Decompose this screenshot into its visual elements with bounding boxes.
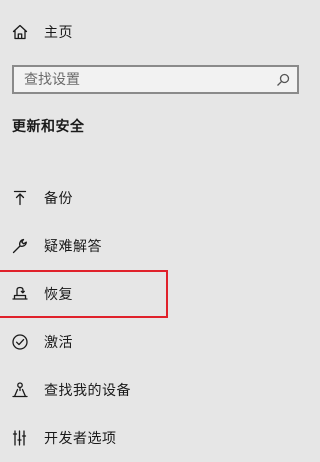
search-field[interactable]	[12, 65, 299, 94]
sidebar-item-label: 开发者选项	[44, 431, 117, 447]
search-icon[interactable]	[275, 72, 291, 88]
wrench-icon	[10, 236, 30, 256]
sidebar-item-activation[interactable]: 激活	[0, 318, 168, 366]
sidebar-item-label: 恢复	[44, 287, 73, 303]
sidebar-item-label: 查找我的设备	[44, 383, 131, 399]
sidebar-item-label: 激活	[44, 335, 73, 351]
sidebar-item-label: 疑难解答	[44, 239, 102, 255]
search-input[interactable]	[14, 67, 275, 92]
sidebar-item-recovery[interactable]: 恢复	[0, 270, 168, 318]
section-title: 更新和安全	[12, 119, 85, 135]
recovery-icon	[10, 284, 30, 304]
person-locate-icon	[10, 380, 30, 400]
home-icon	[10, 22, 30, 42]
check-circle-icon	[10, 332, 30, 352]
sidebar-item-find-my-device[interactable]: 查找我的设备	[0, 366, 168, 414]
sidebar-item-label: 主页	[44, 25, 73, 41]
sidebar-item-home[interactable]: 主页	[0, 8, 168, 56]
developer-tools-icon	[10, 428, 30, 448]
sidebar-item-backup[interactable]: 备份	[0, 174, 168, 222]
sidebar-item-developer-options[interactable]: 开发者选项	[0, 414, 168, 462]
sidebar-item-label: 备份	[44, 191, 73, 207]
backup-arrow-icon	[10, 188, 30, 208]
settings-sidebar: 主页 更新和安全 备份 疑难解答 恢复 激活 查找我的设	[0, 0, 312, 461]
sidebar-item-troubleshoot[interactable]: 疑难解答	[0, 222, 168, 270]
